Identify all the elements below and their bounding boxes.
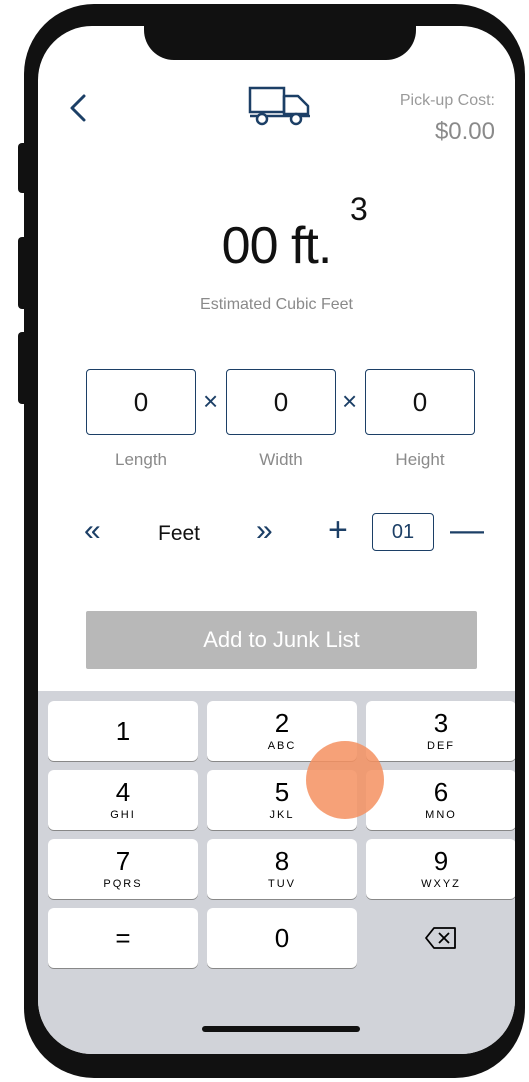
app-screen: Pick-up Cost: $0.00 00 ft. 3 Estimated C… — [38, 26, 515, 1054]
length-input[interactable]: 0 — [86, 369, 196, 435]
key-5[interactable]: 5 JKL — [207, 770, 357, 830]
pickup-cost-label: Pick-up Cost: — [399, 92, 495, 109]
key-4[interactable]: 4 GHI — [48, 770, 198, 830]
length-label: Length — [115, 450, 167, 469]
key-1[interactable]: 1 — [48, 701, 198, 761]
key-equals[interactable]: = — [48, 908, 198, 968]
backspace-key[interactable] — [366, 908, 515, 968]
cubic-exponent: 3 — [350, 191, 368, 227]
volume-down-button — [18, 332, 32, 404]
add-to-junk-list-button[interactable]: Add to Junk List — [86, 611, 477, 669]
back-arrow-icon[interactable] — [64, 88, 90, 128]
mute-switch — [18, 143, 32, 193]
pickup-cost-value: $0.00 — [434, 118, 495, 145]
key-0[interactable]: 0 — [207, 908, 357, 968]
backspace-icon — [425, 927, 456, 949]
phone-notch — [144, 26, 416, 60]
truck-icon — [248, 86, 310, 126]
key-9[interactable]: 9 WXYZ — [366, 839, 515, 899]
times-symbol: × — [203, 386, 219, 416]
quantity-input[interactable]: 01 — [372, 513, 434, 551]
increment-button[interactable]: + — [328, 511, 348, 550]
key-2[interactable]: 2 ABC — [207, 701, 357, 761]
next-unit-icon[interactable]: » — [256, 514, 273, 548]
height-label: Height — [395, 450, 445, 469]
key-7[interactable]: 7 PQRS — [48, 839, 198, 899]
width-label: Width — [259, 450, 303, 469]
prev-unit-icon[interactable]: « — [84, 514, 101, 548]
width-input[interactable]: 0 — [226, 369, 336, 435]
times-symbol: × — [342, 386, 358, 416]
unit-label: Feet — [158, 522, 201, 545]
numeric-keypad: 1 2 ABC 3 DEF 4 GHI 5 JKL 6 MNO 7 PQRS 8 TUV 9W… — [38, 691, 515, 1054]
cubic-feet-value: 00 ft. — [221, 217, 333, 275]
cubic-feet-label: Estimated Cubic Feet — [200, 296, 353, 313]
key-6[interactable]: 6 MNO — [366, 770, 515, 830]
home-indicator — [202, 1026, 360, 1032]
key-3[interactable]: 3 DEF — [366, 701, 515, 761]
volume-up-button — [18, 237, 32, 309]
key-8[interactable]: 8 TUV — [207, 839, 357, 899]
decrement-button[interactable]: — — [450, 511, 484, 550]
height-input[interactable]: 0 — [365, 369, 475, 435]
phone-frame: Pick-up Cost: $0.00 00 ft. 3 Estimated C… — [18, 0, 529, 1082]
